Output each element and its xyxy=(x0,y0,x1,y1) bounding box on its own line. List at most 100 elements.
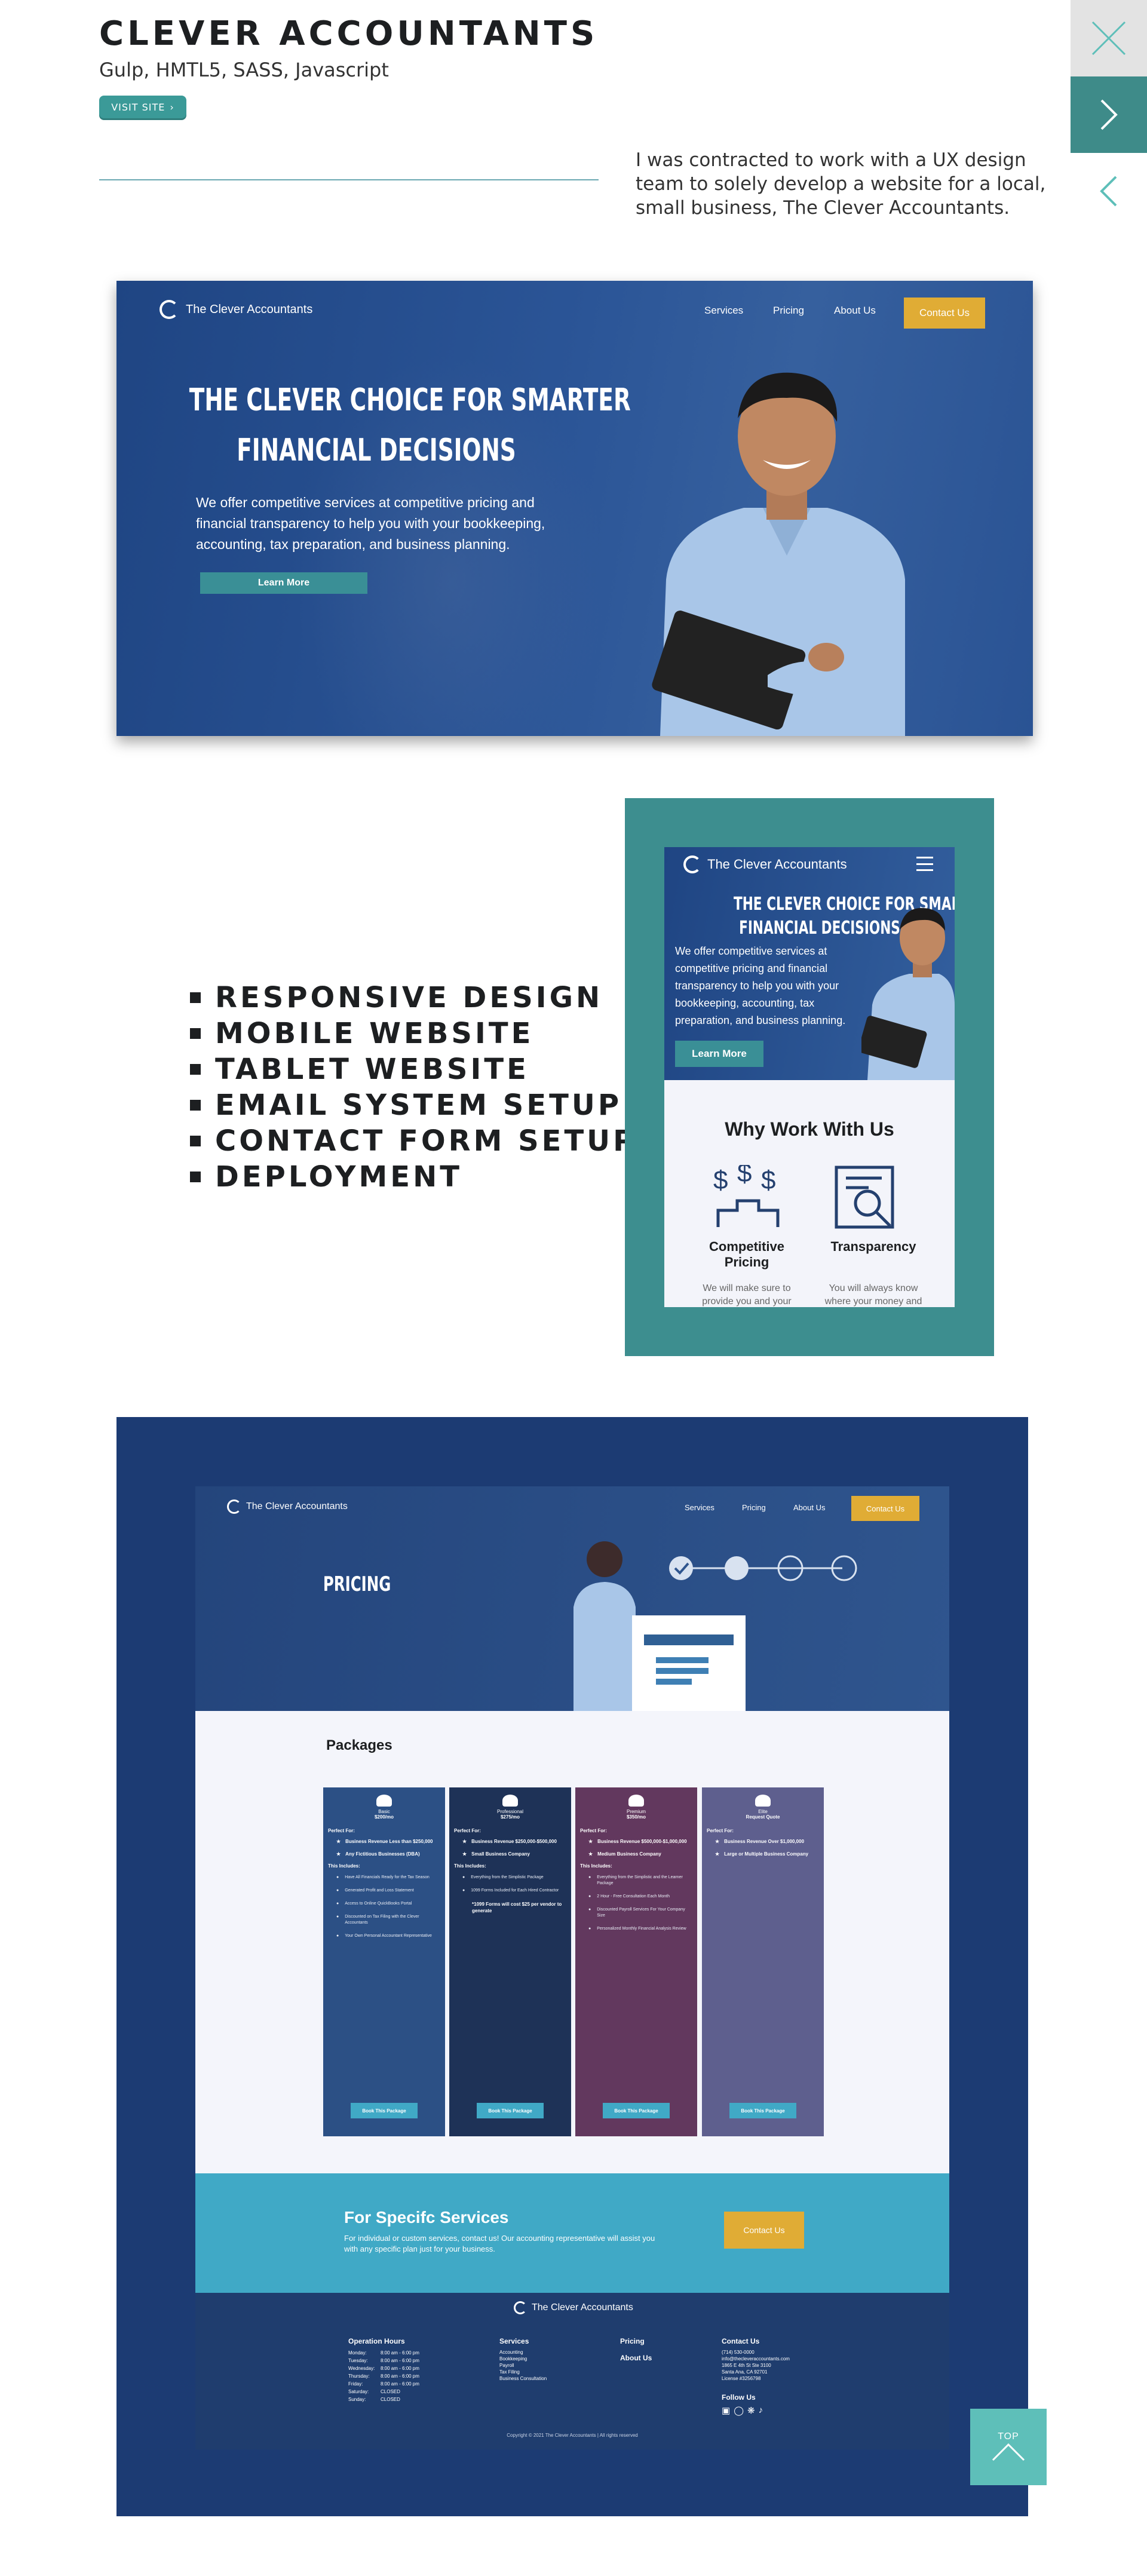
perfect-for-text: Business Revenue $250,000-$500,000 xyxy=(471,1839,557,1844)
includes-item: ● Personalized Monthly Financial Analysis… xyxy=(588,1926,692,1932)
footer-service-link[interactable]: Payroll xyxy=(499,2362,547,2369)
includes-item: ● Generated Profit and Loss Statement xyxy=(336,1888,440,1894)
footer-service-link[interactable]: Business Consultation xyxy=(499,2375,547,2382)
learn-more-button[interactable]: Learn More xyxy=(200,572,367,594)
nav-pricing[interactable]: Pricing xyxy=(742,1503,766,1512)
mobile-learn-more-button[interactable]: Learn More xyxy=(675,1041,763,1067)
tiktok-icon[interactable]: ♪ xyxy=(759,2405,763,2416)
bullet-icon: ● xyxy=(588,1927,591,1931)
perfect-for-label: Perfect For: xyxy=(707,1828,734,1833)
hours-day: Friday: xyxy=(348,2381,363,2387)
book-package-button[interactable]: Book This Package xyxy=(729,2103,796,2118)
contact-us-button[interactable]: Contact Us xyxy=(904,298,985,329)
package-name: Premium xyxy=(626,1809,646,1814)
feature-text: You will always know where your money an… xyxy=(815,1282,932,1307)
includes-text: 1099 Forms Included for Each Hired Contr… xyxy=(471,1888,559,1893)
bullet-icon: ● xyxy=(336,1934,339,1938)
includes-text: Discounted Payroll Services For Your Com… xyxy=(597,1908,685,1918)
instagram-icon[interactable]: ◯ xyxy=(734,2405,744,2416)
prev-project-button[interactable] xyxy=(1071,153,1147,229)
package-name: Elite xyxy=(758,1809,768,1814)
includes-item: ● Your Own Personal Accountant Representa… xyxy=(336,1933,440,1939)
bullet-icon: ● xyxy=(336,1888,339,1893)
smiling-man-photo xyxy=(652,372,905,736)
footer-contact-heading: Contact Us xyxy=(722,2337,760,2345)
book-package-button[interactable]: Book This Package xyxy=(351,2103,418,2118)
mobile-hero-text: We offer competitive services at competi… xyxy=(675,945,846,1026)
book-package-button[interactable]: Book This Package xyxy=(477,2103,544,2118)
footer-pricing-link[interactable]: Pricing xyxy=(620,2337,645,2345)
hours-row: Tuesday: 8:00 am - 6:00 pm xyxy=(348,2357,419,2365)
visit-site-button[interactable]: VISIT SITE › xyxy=(99,96,186,118)
project-title: Clever Accountants xyxy=(99,14,599,53)
footer-about-link[interactable]: About Us xyxy=(620,2354,652,2362)
includes-text: Access to Online QuickBooks Portal xyxy=(345,1902,412,1906)
perfect-for-item: ★ Large or Multiple Business Company xyxy=(715,1851,819,1857)
specific-services-heading: For Specifc Services xyxy=(344,2208,509,2227)
contact-us-button[interactable]: Contact Us xyxy=(851,1496,919,1521)
footer-contact-lines: (714) 530-0000 info@thecleveraccountants.… xyxy=(722,2349,790,2382)
footer-service-link[interactable]: Bookkeeping xyxy=(499,2356,547,2362)
star-icon: ★ xyxy=(715,1839,720,1844)
next-project-button[interactable] xyxy=(1071,76,1147,153)
hours-day: Monday: xyxy=(348,2350,367,2356)
includes-text: 2 Hour - Free Consultation Each Month xyxy=(597,1894,670,1899)
site-logo[interactable]: The Clever Accountants xyxy=(160,300,312,319)
perfect-for-text: Small Business Company xyxy=(471,1851,530,1857)
star-icon: ★ xyxy=(462,1851,467,1857)
includes-text: Everything from the Simplistic and the L… xyxy=(597,1875,683,1885)
hamburger-menu-icon[interactable] xyxy=(916,857,933,871)
hours-day: Saturday: xyxy=(348,2389,369,2394)
close-button[interactable] xyxy=(1071,0,1147,76)
footer-service-link[interactable]: Accounting xyxy=(499,2349,547,2356)
mobile-logo[interactable]: The Clever Accountants xyxy=(683,855,847,873)
feature-title: Transparency xyxy=(830,1239,916,1254)
project-tech-stack: Gulp, HMTL5, SASS, Javascript xyxy=(99,59,389,81)
feature-item: Deployment xyxy=(190,1159,637,1195)
specific-services-text: For individual or custom services, conta… xyxy=(344,2234,655,2253)
contact-us-button[interactable]: Contact Us xyxy=(724,2212,804,2249)
book-package-button[interactable]: Book This Package xyxy=(603,2103,670,2118)
perfect-for-label: Perfect For: xyxy=(454,1828,481,1833)
includes-item: ● 2 Hour - Free Consultation Each Month xyxy=(588,1894,692,1900)
hours-day: Thursday: xyxy=(348,2373,370,2379)
brand-name: The Clever Accountants xyxy=(246,1501,348,1511)
nav-services[interactable]: Services xyxy=(704,305,743,317)
facebook-icon[interactable]: ▣ xyxy=(722,2405,730,2416)
includes-text: Generated Profit and Loss Statement xyxy=(345,1888,414,1893)
logo-icon xyxy=(227,1499,241,1514)
yelp-icon[interactable]: ❋ xyxy=(747,2405,755,2416)
feature-item: Responsive Design xyxy=(190,980,637,1016)
footer-contact-line: 1865 E 4th St Ste 3100 xyxy=(722,2363,771,2368)
packages-heading: Packages xyxy=(326,1737,392,1753)
includes-item: ● Discounted on Tax Filing with the Cleve… xyxy=(336,1914,440,1926)
footer-services-heading: Services xyxy=(499,2337,529,2345)
hours-row: Friday: 8:00 am - 6:00 pm xyxy=(348,2380,419,2388)
brand-name: The Clever Accountants xyxy=(532,2302,633,2313)
footer-services: Accounting Bookkeeping Payroll Tax Filing Bu… xyxy=(499,2349,547,2382)
nav-services[interactable]: Services xyxy=(685,1503,714,1512)
nav-about[interactable]: About Us xyxy=(834,305,876,317)
hero-heading-line2: FINANCIAL DECISIONS xyxy=(237,433,516,468)
hours-time: 8:00 am - 6:00 pm xyxy=(381,2350,419,2356)
perfect-for-text: Large or Multiple Business Company xyxy=(724,1851,809,1857)
nav-pricing[interactable]: Pricing xyxy=(773,305,804,317)
includes-item: ● Everything from the Simplistic and the … xyxy=(588,1875,692,1887)
back-to-top-button[interactable]: TOP xyxy=(970,2409,1047,2485)
includes-label: This Includes: xyxy=(580,1863,612,1869)
package-card: Basic $200/mo Perfect For: ★ Business Revenu… xyxy=(323,1787,445,2136)
footer-contact-line: License #3256798 xyxy=(722,2376,761,2381)
footer-contact-line: (714) 530-0000 xyxy=(722,2350,755,2355)
footer-service-link[interactable]: Tax Filing xyxy=(499,2369,547,2375)
perfect-for-label: Perfect For: xyxy=(328,1828,355,1833)
includes-item: ● Everything from the Simplistic Package xyxy=(462,1875,566,1881)
pricing-logo[interactable]: The Clever Accountants xyxy=(227,1499,348,1514)
hours-time: 8:00 am - 6:00 pm xyxy=(381,2381,419,2387)
footer-hours: Monday: 8:00 am - 6:00 pm Tuesday: 8:00 am … xyxy=(348,2349,419,2403)
hours-day: Tuesday: xyxy=(348,2358,368,2363)
perfect-for-text: Business Revenue Over $1,000,000 xyxy=(724,1839,805,1844)
chevron-right-icon xyxy=(1100,99,1118,130)
nav-about[interactable]: About Us xyxy=(793,1503,825,1512)
package-name: Professional xyxy=(496,1809,524,1814)
footer-logo[interactable]: The Clever Accountants xyxy=(514,2301,633,2314)
